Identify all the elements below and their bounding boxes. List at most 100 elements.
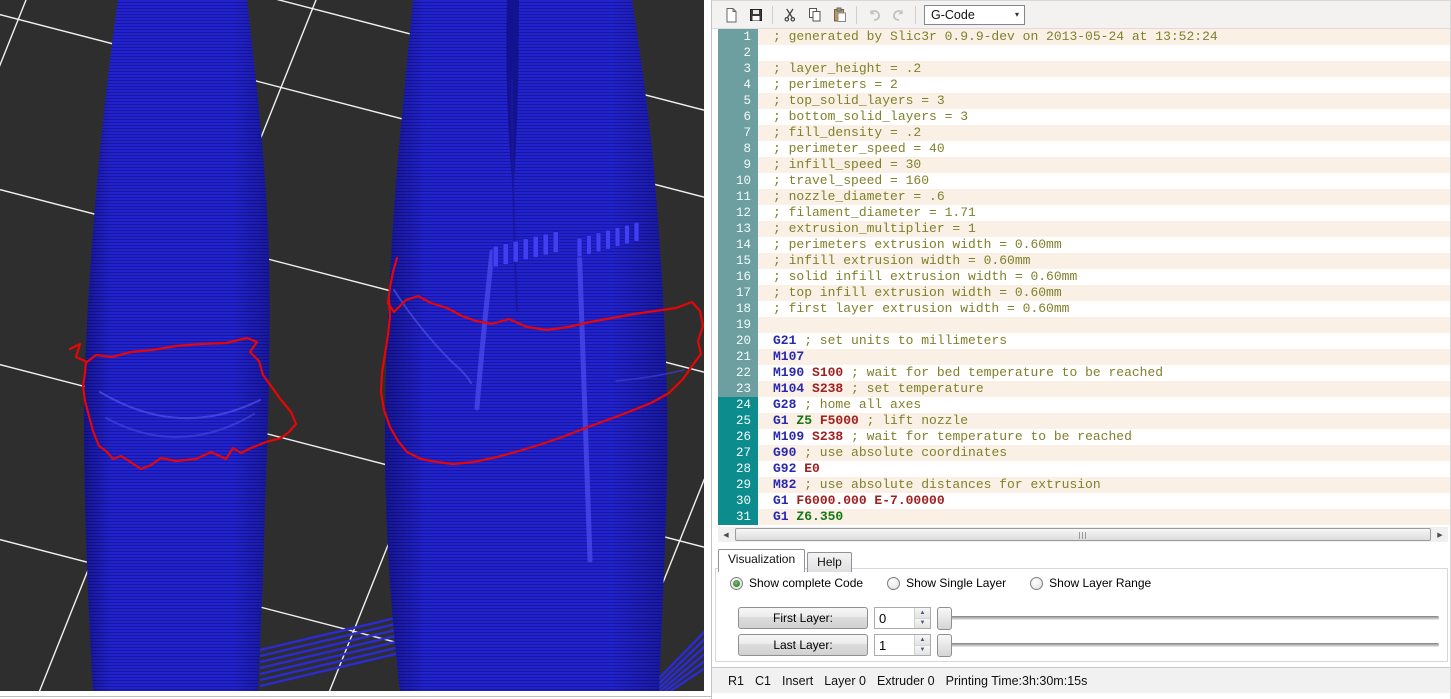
first-layer-button[interactable]: First Layer: [738,607,868,629]
slider-track[interactable] [951,616,1439,620]
gcode-editor[interactable]: 1; generated by Slic3r 0.9.9-dev on 2013… [712,29,1450,525]
radio-unselected-icon[interactable] [887,577,900,590]
code-line[interactable]: 1; generated by Slic3r 0.9.9-dev on 2013… [718,29,1450,45]
code-line[interactable]: 25G1 Z5 F5000 ; lift nozzle [718,413,1450,429]
code-line[interactable]: 8; perimeter_speed = 40 [718,141,1450,157]
radio-option-2[interactable]: Show Layer Range [1030,576,1151,590]
cut-button[interactable] [777,3,802,26]
slider-track[interactable] [951,643,1439,647]
last-layer-up-arrow[interactable]: ▲ [915,635,930,646]
code-line[interactable]: 15; infill extrusion width = 0.60mm [718,253,1450,269]
line-number: 27 [718,445,758,461]
last-layer-slider[interactable] [937,634,1441,656]
code-text: ; perimeters extrusion width = 0.60mm [758,237,1450,253]
code-line[interactable]: 12; filament_diameter = 1.71 [718,205,1450,221]
radio-option-0[interactable]: Show complete Code [730,576,863,590]
code-line[interactable]: 13; extrusion_multiplier = 1 [718,221,1450,237]
code-line[interactable]: 23M104 S238 ; set temperature [718,381,1450,397]
scroll-left-button[interactable]: ◀ [718,527,734,542]
code-text: ; infill_speed = 30 [758,157,1450,173]
code-text: G1 F6000.000 E-7.00000 [758,493,1450,509]
code-text: ; generated by Slic3r 0.9.9-dev on 2013-… [758,29,1450,45]
new-file-button[interactable] [718,3,743,26]
first-layer-up-arrow[interactable]: ▲ [915,608,930,619]
code-line[interactable]: 30G1 F6000.000 E-7.00000 [718,493,1450,509]
code-line[interactable]: 26M109 S238 ; wait for temperature to be… [718,429,1450,445]
code-type-select[interactable]: G-Code ▾ [924,5,1025,25]
paste-button[interactable] [827,3,852,26]
code-line[interactable]: 29M82 ; use absolute distances for extru… [718,477,1450,493]
code-line[interactable]: 7; fill_density = .2 [718,125,1450,141]
last-layer-slider-thumb[interactable] [937,634,952,657]
radio-unselected-icon[interactable] [1030,577,1043,590]
first-layer-row: First Layer: ▲ ▼ [738,607,1441,629]
toolbar-separator [772,6,773,24]
bridge-fin [577,238,582,257]
code-line[interactable]: 17; top infill extrusion width = 0.60mm [718,285,1450,301]
code-line[interactable]: 18; first layer extrusion width = 0.60mm [718,301,1450,317]
toolbar-separator [915,6,916,24]
3d-preview-viewport[interactable] [0,0,704,691]
code-line[interactable]: 14; perimeters extrusion width = 0.60mm [718,237,1450,253]
code-line[interactable]: 22M190 S100 ; wait for bed temperature t… [718,365,1450,381]
code-type-value: G-Code [931,8,975,22]
code-line[interactable]: 21M107 [718,349,1450,365]
code-line[interactable]: 19 [718,317,1450,333]
code-line[interactable]: 27G90 ; use absolute coordinates [718,445,1450,461]
code-line[interactable]: 9; infill_speed = 30 [718,157,1450,173]
line-number: 6 [718,109,758,125]
scrollbar-thumb[interactable] [735,528,1431,541]
first-layer-input[interactable] [875,608,914,628]
first-layer-down-arrow[interactable]: ▼ [915,619,930,629]
bridge-fin [543,234,549,255]
line-number: 16 [718,269,758,285]
line-number: 31 [718,509,758,525]
code-line[interactable]: 10; travel_speed = 160 [718,173,1450,189]
undo-arrow-icon [866,7,882,23]
code-line[interactable]: 16; solid infill extrusion width = 0.60m… [718,269,1450,285]
code-text [758,45,1450,61]
code-line[interactable]: 3; layer_height = .2 [718,61,1450,77]
first-layer-slider-thumb[interactable] [937,607,952,630]
radio-selected-icon[interactable] [730,577,743,590]
code-line[interactable]: 6; bottom_solid_layers = 3 [718,109,1450,125]
redo-button[interactable] [886,3,911,26]
scrollbar-track[interactable] [734,527,1432,542]
copy-icon [807,7,823,23]
last-layer-input[interactable] [875,635,914,655]
scroll-right-button[interactable]: ▶ [1432,527,1448,542]
code-line[interactable]: 20G21 ; set units to millimeters [718,333,1450,349]
first-layer-slider[interactable] [937,607,1441,629]
tab-help[interactable]: Help [807,552,852,572]
line-number: 19 [718,317,758,333]
code-text: G1 Z5 F5000 ; lift nozzle [758,413,1450,429]
line-number: 21 [718,349,758,365]
last-layer-button[interactable]: Last Layer: [738,634,868,656]
code-text: ; travel_speed = 160 [758,173,1450,189]
radio-option-1[interactable]: Show Single Layer [887,576,1006,590]
tab-visualization[interactable]: Visualization [718,549,805,572]
code-line[interactable]: 31G1 Z6.350 [718,509,1450,525]
code-text: G1 Z6.350 [758,509,1450,525]
code-text: ; perimeter_speed = 40 [758,141,1450,157]
visualization-pane: Show complete Code Show Single Layer Show … [715,568,1448,662]
paste-icon [832,7,848,23]
code-line[interactable]: 28G92 E0 [718,461,1450,477]
last-layer-down-arrow[interactable]: ▼ [915,646,930,656]
bridge-fin [493,246,499,267]
undo-button[interactable] [861,3,886,26]
save-button[interactable] [743,3,768,26]
code-line[interactable]: 4; perimeters = 2 [718,77,1450,93]
bridge-fin [553,232,559,253]
code-line[interactable]: 11; nozzle_diameter = .6 [718,189,1450,205]
line-number: 20 [718,333,758,349]
line-number: 14 [718,237,758,253]
tab-strip: Visualization Help [718,549,854,569]
code-line[interactable]: 2 [718,45,1450,61]
code-line[interactable]: 24G28 ; home all axes [718,397,1450,413]
code-text: ; layer_height = .2 [758,61,1450,77]
code-text: M82 ; use absolute distances for extrusi… [758,477,1450,493]
copy-button[interactable] [802,3,827,26]
horizontal-scrollbar[interactable]: ◀ ▶ [718,527,1448,542]
code-line[interactable]: 5; top_solid_layers = 3 [718,93,1450,109]
